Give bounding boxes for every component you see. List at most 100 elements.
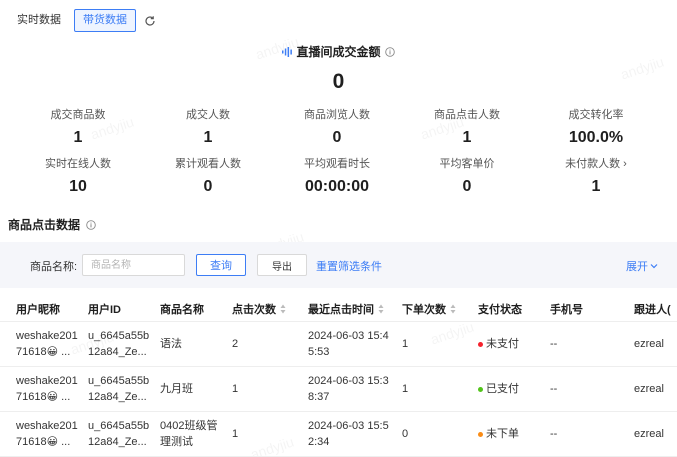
cell-phone: -- [550, 383, 558, 395]
cell-user-id: u_6645a55b 12a84_Ze... [88, 420, 150, 448]
metric-label: 平均观看时长 [304, 158, 370, 170]
metric-avg-order-value: 平均客单价 0 [407, 154, 527, 196]
metric-product-viewers: 商品浏览人数 0 [277, 105, 397, 147]
sound-wave-icon [282, 46, 293, 57]
metric-value: 1 [462, 129, 472, 146]
table-row[interactable]: weshake201 71618😀 ... u_6645a55b 12a84_Ze.… [0, 412, 677, 457]
product-name-input[interactable] [82, 254, 185, 276]
chevron-down-icon [650, 264, 658, 269]
expand-filters-link[interactable]: 展开 [626, 258, 658, 274]
metric-avg-watch-time: 平均观看时长 00:00:00 [277, 154, 397, 196]
metric-label: 成交人数 [186, 109, 230, 121]
column-nickname: 用户昵称 [16, 304, 60, 316]
headline: 直播间成交金额 0 [0, 43, 677, 94]
column-product-name: 商品名称 [160, 304, 204, 316]
metric-value: 1 [73, 129, 83, 146]
refresh-icon[interactable] [144, 15, 156, 27]
info-icon[interactable] [86, 219, 96, 230]
cell-user-id: u_6645a55b 12a84_Ze... [88, 330, 150, 358]
metric-value: 10 [69, 178, 87, 195]
cell-product: 语法 [160, 338, 182, 350]
cell-last-click: 2024-06-03 15:3 8:37 [308, 375, 389, 403]
headline-title-text: 直播间成交金额 [296, 45, 381, 59]
metric-label[interactable]: 未付款人数 › [565, 155, 627, 171]
cell-orders: 0 [402, 428, 409, 440]
cell-follower: ezreal [634, 338, 664, 350]
status-badge: 未支付 [486, 338, 519, 350]
product-name-label: 商品名称: [30, 261, 78, 273]
column-payment-status: 支付状态 [478, 304, 522, 316]
table-row[interactable]: weshake201 71618😀 ... u_6645a55b 12a84_Ze.… [0, 367, 677, 412]
cell-clicks: 1 [232, 383, 239, 395]
cell-user-id: u_6645a55b 12a84_Ze... [88, 375, 150, 403]
metric-product-count: 成交商品数 1 [18, 105, 138, 147]
status-badge: 未下单 [486, 428, 519, 440]
metric-label: 成交商品数 [50, 109, 106, 121]
section-title-text: 商品点击数据 [8, 218, 81, 232]
metric-label: 实时在线人数 [45, 158, 111, 170]
tab-realtime[interactable]: 实时数据 [8, 9, 70, 32]
metric-value: 0 [462, 178, 472, 195]
cell-follower: ezreal [634, 428, 664, 440]
metric-unpaid-users[interactable]: 未付款人数 › 1 [536, 154, 656, 196]
tab-sales[interactable]: 带货数据 [74, 9, 136, 32]
section-title: 商品点击数据 [8, 216, 96, 233]
cell-nickname: weshake201 71618😀 ... [16, 420, 78, 448]
cell-clicks: 1 [232, 428, 239, 440]
reset-filters-link[interactable]: 重置筛选条件 [316, 258, 382, 274]
table-header: 用户昵称 用户ID 商品名称 点击次数 最近点击时间 下单次数 支付状态 手机号… [0, 292, 677, 322]
metric-total-viewers: 累计观看人数 0 [148, 154, 268, 196]
cell-orders: 1 [402, 338, 409, 350]
metric-value: 00:00:00 [304, 178, 370, 195]
data-tabs: 实时数据 带货数据 [8, 9, 156, 32]
metric-product-clickers: 商品点击人数 1 [407, 105, 527, 147]
table-row[interactable]: weshake201 71618😀 ... u_6645a55b 12a84_Ze.… [0, 322, 677, 367]
metric-online-now: 实时在线人数 10 [18, 154, 138, 196]
column-order-count[interactable]: 下单次数 [402, 301, 456, 317]
cell-phone: -- [550, 338, 558, 350]
headline-value: 0 [332, 69, 345, 93]
metric-label: 累计观看人数 [175, 158, 241, 170]
cell-status: 未下单 [478, 426, 519, 442]
cell-clicks: 2 [232, 338, 239, 350]
metric-buyer-count: 成交人数 1 [148, 105, 268, 147]
status-dot [478, 431, 483, 437]
cell-orders: 1 [402, 383, 409, 395]
column-click-count[interactable]: 点击次数 [232, 301, 286, 317]
metric-value: 1 [591, 178, 601, 195]
column-last-click-time[interactable]: 最近点击时间 [308, 301, 384, 317]
sort-icon[interactable] [450, 304, 456, 314]
column-phone: 手机号 [550, 304, 583, 316]
cell-product: 九月班 [160, 383, 193, 395]
metric-label: 商品浏览人数 [304, 109, 370, 121]
status-badge: 已支付 [486, 383, 519, 395]
column-user-id: 用户ID [88, 304, 121, 316]
cell-nickname: weshake201 71618😀 ... [16, 330, 78, 358]
cell-status: 未支付 [478, 336, 519, 352]
metric-value: 0 [203, 178, 213, 195]
cell-last-click: 2024-06-03 15:4 5:53 [308, 330, 389, 358]
metric-label: 商品点击人数 [434, 109, 500, 121]
cell-status: 已支付 [478, 381, 519, 397]
metric-conversion-rate: 成交转化率 100.0% [536, 105, 656, 147]
column-follower: 跟进人( [634, 304, 671, 316]
metric-value: 0 [332, 129, 342, 146]
status-dot [478, 386, 483, 392]
cell-phone: -- [550, 428, 558, 440]
sort-icon[interactable] [378, 304, 384, 314]
metric-value: 1 [203, 129, 213, 146]
export-button[interactable]: 导出 [257, 254, 307, 276]
cell-follower: ezreal [634, 383, 664, 395]
sort-icon[interactable] [280, 304, 286, 314]
expand-label[interactable]: 展开 [626, 258, 648, 274]
metric-value: 100.0% [568, 129, 624, 146]
metric-label: 平均客单价 [439, 158, 495, 170]
info-icon[interactable] [384, 46, 395, 57]
status-dot [478, 341, 483, 347]
headline-title: 直播间成交金额 [282, 43, 395, 60]
cell-nickname: weshake201 71618😀 ... [16, 375, 78, 403]
query-button[interactable]: 查询 [196, 254, 246, 276]
cell-last-click: 2024-06-03 15:5 2:34 [308, 420, 389, 448]
metric-label: 成交转化率 [568, 109, 624, 121]
filter-bar: 商品名称: 查询 导出 重置筛选条件 展开 [0, 242, 677, 288]
